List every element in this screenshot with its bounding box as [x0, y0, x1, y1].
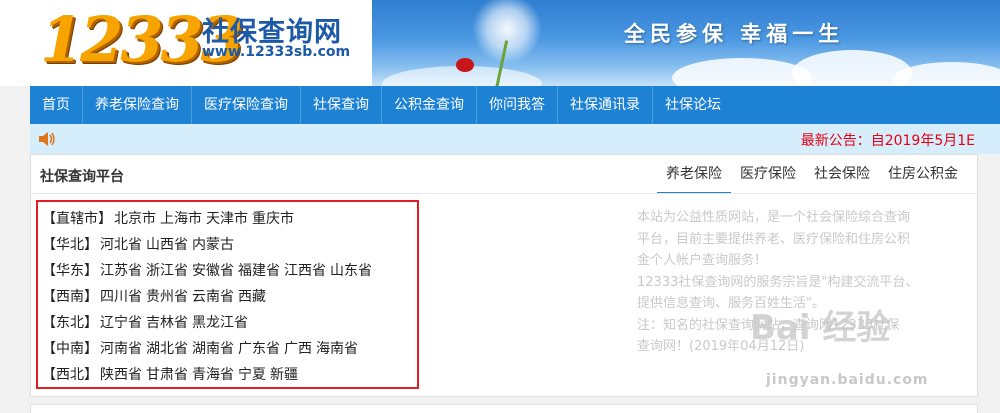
region-city-link[interactable]: 新疆: [270, 367, 298, 383]
nav-item-home[interactable]: 首页: [30, 86, 83, 124]
region-row: 【东北】 辽宁省 吉林省 黑龙江省: [42, 310, 413, 336]
site-logo[interactable]: 12333 社保查询网 www.12333sb.com: [0, 0, 372, 86]
region-row: 【直辖市】 北京市 上海市 天津市 重庆市: [42, 206, 413, 232]
nav-item-housing-fund[interactable]: 公积金查询: [382, 86, 477, 124]
notice-bar: 最新公告：自2019年5月1E: [30, 124, 1000, 154]
tab-housing-fund[interactable]: 住房公积金: [879, 164, 967, 194]
region-city-link[interactable]: 广东省: [238, 341, 280, 357]
region-city-link[interactable]: 上海市: [160, 211, 202, 227]
region-city-link[interactable]: 贵州省: [146, 289, 188, 305]
nav-item-qa[interactable]: 你问我答: [477, 86, 558, 124]
region-city-link[interactable]: 福建省: [238, 263, 280, 279]
region-city-link[interactable]: 青海省: [192, 367, 234, 383]
region-city-link[interactable]: 宁夏: [238, 367, 266, 383]
query-panel: 社保查询平台 养老保险 医疗保险 社会保险 住房公积金 【直辖市】 北京市 上海市天…: [30, 154, 978, 397]
bottom-panel: [30, 404, 978, 413]
region-name: 【西北】: [42, 367, 98, 383]
region-city-link[interactable]: 重庆市: [252, 211, 294, 227]
region-city-link[interactable]: 吉林省: [146, 315, 188, 331]
region-city-link[interactable]: 浙江省: [146, 263, 188, 279]
logo-url: www.12333sb.com: [202, 44, 351, 60]
region-city-link[interactable]: 河北省: [100, 237, 142, 253]
intro-line: 平台，目前主要提供养老、医疗保险和住房公积: [637, 231, 911, 247]
tab-medical[interactable]: 医疗保险: [731, 164, 805, 194]
cloud-shape: [672, 58, 812, 86]
intro-line: 12333社保查询网的服务宗旨是"构建交流平台、: [637, 274, 919, 290]
region-city-link[interactable]: 河南省: [100, 341, 142, 357]
divider: [31, 193, 977, 194]
region-name: 【华东】: [42, 263, 98, 279]
region-city-link[interactable]: 天津市: [206, 211, 248, 227]
region-list: 【直辖市】 北京市 上海市 天津市 重庆市 【华北】 河北省 山西省 内蒙古 【华东】 江苏省浙…: [36, 200, 419, 389]
region-row: 【华北】 河北省 山西省 内蒙古: [42, 232, 413, 258]
region-row: 【中南】 河南省 湖北省 湖南省 广东省 广西 海南省: [42, 336, 413, 362]
region-city-link[interactable]: 江西省: [284, 263, 326, 279]
nav-item-social-security[interactable]: 社保查询: [301, 86, 382, 124]
region-row: 【西北】 陕西省 甘肃省 青海省 宁夏 新疆: [42, 362, 413, 388]
region-city-link[interactable]: 内蒙古: [192, 237, 234, 253]
notice-text[interactable]: 最新公告：自2019年5月1E: [801, 130, 975, 150]
header-slogan: 全民参保 幸福一生: [624, 21, 845, 46]
nav-item-pension[interactable]: 养老保险查询: [83, 86, 192, 124]
region-city-link[interactable]: 广西: [284, 341, 312, 357]
region-city-link[interactable]: 陕西省: [100, 367, 142, 383]
region-city-link[interactable]: 黑龙江省: [192, 315, 248, 331]
dandelion-icon: [472, 0, 542, 64]
region-city-link[interactable]: 湖北省: [146, 341, 188, 357]
region-name: 【华北】: [42, 237, 98, 253]
region-name: 【中南】: [42, 341, 98, 357]
header-banner: 全民参保 幸福一生: [372, 0, 1000, 86]
region-city-link[interactable]: 海南省: [316, 341, 358, 357]
watermark-url: jingyan.baidu.com: [766, 372, 929, 388]
nav-item-directory[interactable]: 社保通讯录: [558, 86, 653, 124]
region-city-link[interactable]: 辽宁省: [100, 315, 142, 331]
tab-social[interactable]: 社会保险: [805, 164, 879, 194]
region-city-link[interactable]: 甘肃省: [146, 367, 188, 383]
region-city-link[interactable]: 江苏省: [100, 263, 142, 279]
site-header: 12333 社保查询网 www.12333sb.com 全民参保 幸福一生: [0, 0, 1000, 86]
nav-item-medical[interactable]: 医疗保险查询: [192, 86, 301, 124]
tab-pension[interactable]: 养老保险: [657, 164, 731, 194]
panel-tabs: 养老保险 医疗保险 社会保险 住房公积金: [657, 164, 967, 194]
main-nav: 首页 养老保险查询 医疗保险查询 社保查询 公积金查询 你问我答 社保通讯录 社…: [30, 86, 1000, 124]
ladybug-icon: [456, 58, 474, 72]
region-name: 【西南】: [42, 289, 98, 305]
intro-line: 本站为公益性质网站，是一个社会保险综合查询: [637, 210, 911, 225]
region-city-link[interactable]: 西藏: [238, 289, 266, 305]
region-city-link[interactable]: 云南省: [192, 289, 234, 305]
region-city-link[interactable]: 安徽省: [192, 263, 234, 279]
speaker-icon: [38, 131, 56, 147]
region-city-link[interactable]: 湖南省: [192, 341, 234, 357]
region-name: 【东北】: [42, 315, 98, 331]
region-city-link[interactable]: 山西省: [146, 237, 188, 253]
panel-title: 社保查询平台: [40, 169, 124, 185]
nav-item-forum[interactable]: 社保论坛: [653, 86, 733, 124]
region-row: 【西南】 四川省 贵州省 云南省 西藏: [42, 284, 413, 310]
region-city-link[interactable]: 四川省: [100, 289, 142, 305]
region-city-link[interactable]: 北京市: [114, 211, 156, 227]
baidu-watermark: Bai 经验: [750, 308, 891, 348]
intro-line: 金个人帐户查询服务！: [637, 253, 768, 268]
region-row: 【华东】 江苏省 浙江省 安徽省 福建省 江西省 山东省: [42, 258, 413, 284]
region-name: 【直辖市】: [42, 211, 112, 227]
region-city-link[interactable]: 山东省: [330, 263, 372, 279]
